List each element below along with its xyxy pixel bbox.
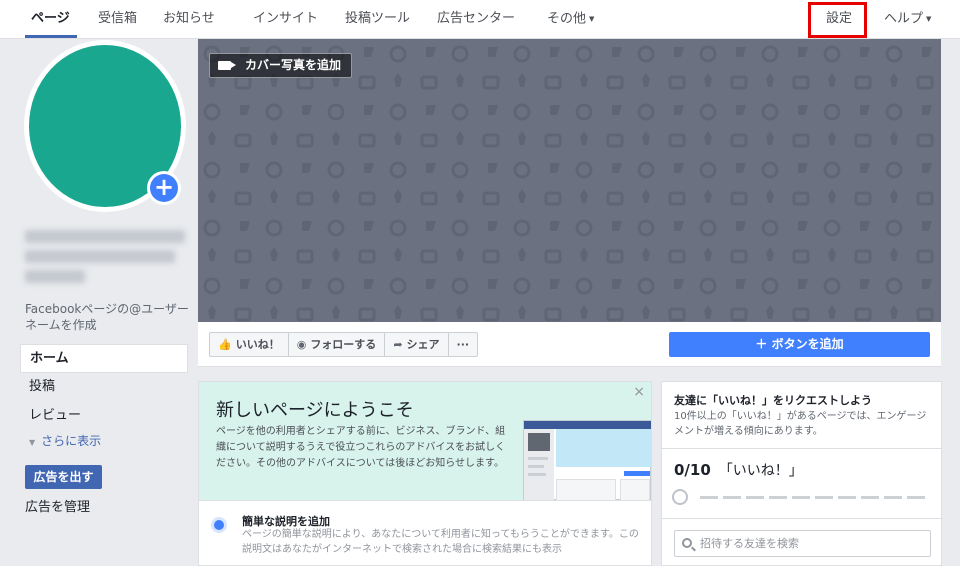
add-profile-photo-button[interactable]: + [147,171,181,205]
welcome-description: ページを他の利用者とシェアする前に、ビジネス、ブランド、組織について説明するうえ… [216,426,506,469]
chevron-down-icon: ▼ [589,15,595,23]
add-button-button[interactable]: ＋ ボタンを追加 [669,332,930,357]
add-cover-photo-button[interactable]: カバー写真を追加 [209,53,353,78]
share-label: シェア [406,338,440,351]
progress-segment [838,496,856,499]
rss-icon: ◉ [296,338,307,351]
progress-knob [672,489,688,505]
progress-segment [907,496,925,499]
divider [662,448,941,449]
progress-segment [792,496,810,499]
page-action-buttons: 👍 いいね！ ◉ フォローする ➦ シェア ··· [209,332,479,357]
like-count-label: 「いいね！」 [718,463,803,479]
blurred-page-category [25,270,85,283]
settings-highlight-box [808,2,867,38]
more-options-button[interactable]: ··· [449,333,478,356]
close-icon[interactable]: × [633,384,645,400]
manage-ads-link[interactable]: 広告を管理 [25,496,90,515]
create-username-link[interactable]: Facebookページの@ユーザーネームを作成 [25,301,200,333]
share-button[interactable]: ➦ シェア [385,333,449,356]
page-preview-illustration [523,420,651,501]
progress-segment [746,496,764,499]
left-menu-reviews[interactable]: レビュー [20,402,188,431]
blurred-page-name [25,250,175,263]
progress-segment [861,496,879,499]
nav-tab-notifications[interactable]: お知らせ [163,0,215,39]
welcome-card: 新しいページにようこそ ページを他の利用者とシェアする前に、ビジネス、ブランド、… [198,381,652,566]
invite-search-input[interactable]: 招待する友達を検索 [674,530,931,557]
like-count-value: 0/10 [674,461,711,479]
nav-tab-help[interactable]: ヘルプ ▼ [884,0,931,39]
progress-segment [723,496,741,499]
lightbulb-icon [214,520,224,530]
nav-help-label: ヘルプ [884,11,924,27]
welcome-header: 新しいページにようこそ ページを他の利用者とシェアする前に、ビジネス、ブランド、… [199,382,651,501]
profile-picture[interactable]: + [24,40,186,212]
tip-description: ページの簡単な説明により、あなたについて利用者に知ってもらうことができます。この… [242,529,639,555]
nav-more-label: その他 [547,11,587,27]
search-icon [682,538,692,548]
nav-tab-more[interactable]: その他 ▼ [547,0,594,39]
progress-segment [815,496,833,499]
cover-pattern [198,39,941,322]
chevron-down-icon: ▼ [926,15,932,23]
nav-tab-publishing-tools[interactable]: 投稿ツール [345,0,410,39]
invite-title: 友達に「いいね！」をリクエストしよう [674,394,872,407]
divider [662,518,941,519]
invite-description: 10件以上の「いいね！」があるページでは、エンゲージメントが増える傾向にあります… [674,411,927,437]
active-tab-indicator [25,35,77,38]
page-left-menu: ホーム 投稿 レビュー ▼ さらに表示 [20,344,188,453]
triangle-down-icon: ▼ [29,438,36,447]
progress-segment [700,496,718,499]
progress-segment [769,496,787,499]
create-ad-button[interactable]: 広告を出す [25,465,102,489]
video-camera-icon [218,61,236,70]
nav-tab-page[interactable]: ページ [31,0,70,39]
top-navigation: ページ 受信箱 お知らせ インサイト 投稿ツール 広告センター その他 ▼ 設定 … [0,0,960,39]
add-cover-label: カバー写真を追加 [245,58,342,72]
plus-icon: + [150,174,178,202]
share-arrow-icon: ➦ [393,338,403,351]
like-progress-count: 0/10 「いいね！」 [674,460,803,480]
show-more-label: さらに表示 [41,434,102,448]
cover-photo-area: カバー写真を追加 [198,39,941,322]
progress-segment [884,496,902,499]
invite-search-placeholder: 招待する友達を検索 [700,537,799,550]
nav-tab-inbox[interactable]: 受信箱 [98,0,137,39]
like-label: いいね！ [235,338,280,351]
left-menu-home[interactable]: ホーム [20,344,188,373]
thumbs-up-icon: 👍 [218,338,232,351]
nav-tab-insights[interactable]: インサイト [253,0,318,39]
follow-button[interactable]: ◉ フォローする [289,333,386,356]
nav-tab-ad-center[interactable]: 広告センター [437,0,515,39]
welcome-title: 新しいページにようこそ [216,400,414,421]
like-button[interactable]: 👍 いいね！ [210,333,289,356]
left-menu-posts[interactable]: 投稿 [20,373,188,402]
follow-label: フォローする [310,338,377,351]
left-menu-show-more[interactable]: ▼ さらに表示 [20,431,188,453]
page-action-bar: 👍 いいね！ ◉ フォローする ➦ シェア ··· ＋ ボタンを追加 [198,322,941,367]
blurred-page-name [25,230,185,243]
invite-friends-card: 友達に「いいね！」をリクエストしよう 10件以上の「いいね！」があるページでは、… [661,381,942,566]
